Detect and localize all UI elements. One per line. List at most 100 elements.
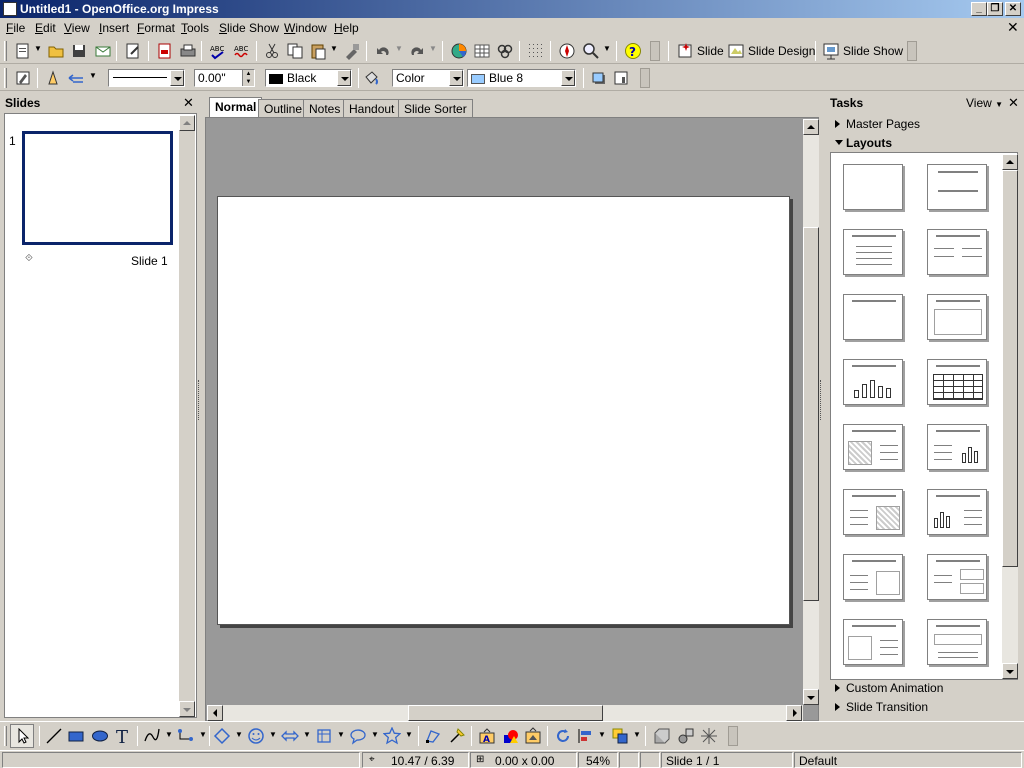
help-icon[interactable]: ? [624, 42, 642, 60]
block-arrows-dropdown-icon[interactable]: ▼ [303, 730, 311, 739]
area-color-select[interactable]: Blue 8 [467, 69, 576, 87]
layout-title-text-clipart[interactable] [843, 489, 903, 535]
menu-format[interactable]: Format [137, 21, 175, 35]
section-layouts[interactable]: Layouts [831, 134, 1017, 152]
maximize-button[interactable]: ❐ [987, 2, 1003, 16]
status-selection-mode[interactable] [640, 752, 660, 768]
slide-thumbnail[interactable] [22, 131, 173, 245]
points-icon[interactable] [424, 727, 442, 745]
object-properties-icon[interactable] [613, 69, 631, 87]
slide-design-icon[interactable] [727, 42, 745, 60]
email-icon[interactable] [94, 42, 112, 60]
chart-icon[interactable] [450, 42, 468, 60]
layout-title-text-object[interactable] [843, 554, 903, 600]
layout-title-box[interactable] [927, 294, 987, 340]
layout-title-content[interactable] [843, 229, 903, 275]
print-icon[interactable] [179, 42, 197, 60]
paste-dropdown-icon[interactable]: ▼ [330, 44, 338, 53]
layout-title-text-chart[interactable] [927, 424, 987, 470]
tab-handout[interactable]: Handout [343, 99, 401, 117]
slide-show-button-label[interactable]: Slide Show [843, 44, 903, 58]
symbol-shapes-dropdown-icon[interactable]: ▼ [269, 730, 277, 739]
close-document-icon[interactable]: ✕ [1007, 19, 1019, 36]
slide-canvas[interactable] [217, 196, 790, 625]
scroll-down-icon[interactable] [179, 701, 195, 717]
toolbar-grip[interactable] [4, 41, 7, 61]
stars-icon[interactable] [383, 727, 401, 745]
grid-icon[interactable] [527, 42, 545, 60]
menu-window[interactable]: Window [284, 21, 327, 35]
workspace-vscroll-thumb[interactable] [803, 227, 819, 601]
callouts-dropdown-icon[interactable]: ▼ [371, 730, 379, 739]
minimize-button[interactable]: _ [971, 2, 987, 16]
edit-file-icon[interactable] [124, 42, 142, 60]
block-arrows-icon[interactable] [281, 727, 299, 745]
connector-tool-icon[interactable] [177, 727, 195, 745]
arrow-style-dropdown-icon[interactable]: ▼ [89, 71, 97, 80]
new-document-icon[interactable] [14, 42, 32, 60]
layout-title-text-2-objects[interactable] [927, 554, 987, 600]
scroll-right-icon[interactable] [786, 705, 802, 721]
extrusion-icon[interactable] [653, 727, 671, 745]
toolbar-overflow-icon[interactable] [650, 41, 660, 61]
slide-button-label[interactable]: Slide [697, 44, 724, 58]
export-pdf-icon[interactable] [156, 42, 174, 60]
area-fill-icon[interactable] [362, 69, 380, 87]
new-dropdown-icon[interactable]: ▼ [34, 44, 42, 53]
menu-view[interactable]: View [64, 21, 90, 35]
section-master-pages[interactable]: Master Pages [831, 115, 1017, 133]
layouts-scrollbar[interactable] [1002, 154, 1018, 679]
menu-file[interactable]: File [6, 21, 25, 35]
layout-title-slide[interactable] [843, 294, 903, 340]
line-color-select[interactable]: Black [265, 69, 352, 87]
stars-dropdown-icon[interactable]: ▼ [405, 730, 413, 739]
layout-blank[interactable] [843, 164, 903, 210]
chevron-down-icon[interactable] [449, 70, 463, 86]
tasks-view-menu[interactable]: View ▼ [966, 96, 1003, 110]
pane-splitter-handle[interactable] [820, 380, 824, 420]
undo-dropdown-icon[interactable]: ▼ [395, 44, 403, 53]
status-zoom[interactable]: 54% [578, 752, 618, 768]
tab-slide-sorter[interactable]: Slide Sorter [398, 99, 473, 117]
status-insert-mode[interactable] [619, 752, 639, 768]
compass-navigator-icon[interactable] [558, 42, 576, 60]
clone-formatting-icon[interactable] [343, 42, 361, 60]
menu-edit[interactable]: Edit [35, 21, 56, 35]
table-icon[interactable] [473, 42, 491, 60]
fontwork-icon[interactable]: A [478, 727, 496, 745]
new-slide-icon[interactable] [676, 42, 694, 60]
line-width-spinner-icon[interactable]: ▲ ▼ [242, 70, 254, 86]
pane-splitter-handle[interactable] [198, 380, 202, 420]
redo-icon[interactable] [408, 42, 426, 60]
scroll-down-icon[interactable] [1002, 663, 1018, 679]
toolbar-overflow-icon[interactable] [728, 726, 738, 746]
toolbar-grip[interactable] [4, 68, 7, 88]
paste-icon[interactable] [309, 42, 327, 60]
callouts-icon[interactable] [349, 727, 367, 745]
line-tool-icon[interactable] [45, 727, 63, 745]
scroll-up-icon[interactable] [1002, 154, 1018, 170]
symbol-shapes-icon[interactable] [247, 727, 265, 745]
layout-title-object-text[interactable] [843, 619, 903, 665]
layout-title-2-content[interactable] [927, 229, 987, 275]
menu-slide-show[interactable]: Slide Show [219, 21, 279, 35]
menu-tools[interactable]: Tools [181, 21, 209, 35]
slides-scrollbar[interactable] [179, 115, 195, 717]
line-style-select[interactable] [108, 69, 185, 87]
close-button[interactable]: ✕ [1005, 2, 1021, 16]
alignment-icon[interactable] [577, 727, 595, 745]
3d-effects-icon[interactable] [677, 727, 695, 745]
section-slide-transition[interactable]: Slide Transition [831, 698, 1017, 716]
toolbar-grip[interactable] [4, 726, 7, 746]
chevron-down-icon[interactable] [337, 70, 351, 86]
tab-outline[interactable]: Outline [258, 99, 309, 117]
slide-show-icon[interactable] [822, 42, 840, 60]
autospellcheck-icon[interactable]: ABC [233, 42, 251, 60]
curve-dropdown-icon[interactable]: ▼ [165, 730, 173, 739]
gallery-icon[interactable] [524, 727, 542, 745]
layout-title-spreadsheet[interactable] [927, 359, 987, 405]
tab-normal[interactable]: Normal [209, 97, 263, 118]
scroll-up-icon[interactable] [179, 115, 195, 131]
arrange-icon[interactable] [611, 727, 629, 745]
basic-shapes-dropdown-icon[interactable]: ▼ [235, 730, 243, 739]
